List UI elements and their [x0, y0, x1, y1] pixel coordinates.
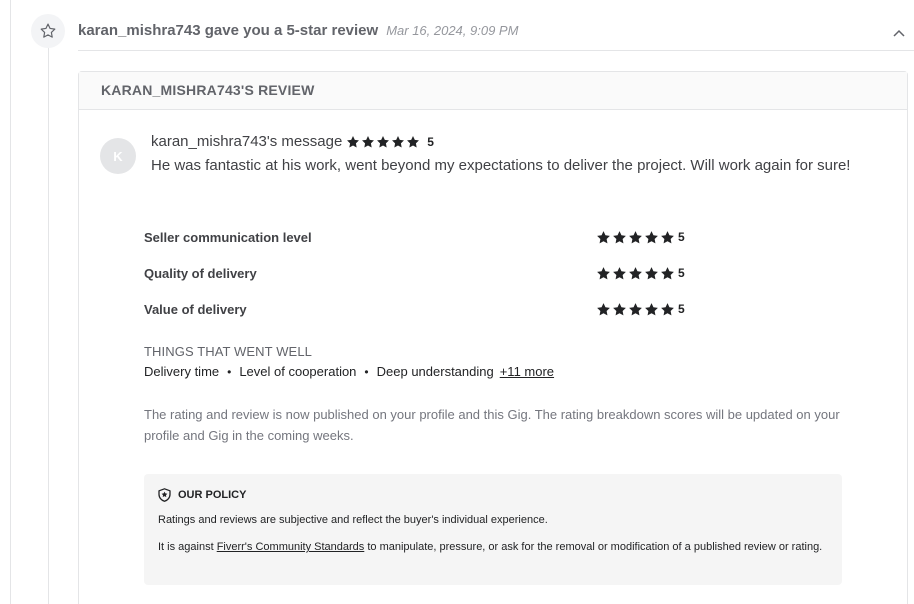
- star-filled-icon: [645, 266, 658, 279]
- went-well-item: Level of cooperation: [239, 364, 357, 379]
- star-filled-icon: [629, 230, 642, 243]
- publish-note: The rating and review is now published o…: [144, 407, 840, 443]
- policy-box: OUR POLICY Ratings and reviews are subje…: [144, 474, 842, 585]
- star-filled-icon: [597, 302, 610, 315]
- policy-line-2-start: It is against: [158, 541, 217, 553]
- policy-header: OUR POLICY: [158, 488, 828, 502]
- rating-score: 5: [678, 302, 685, 316]
- rating-score: 5: [678, 230, 685, 244]
- notification-title: karan_mishra743 gave you a 5-star review: [78, 22, 379, 39]
- policy-line-1: Ratings and reviews are subjective and r…: [158, 514, 548, 526]
- timeline-star-badge: [31, 14, 65, 48]
- rating-stars: [596, 230, 675, 245]
- rating-stars: [596, 302, 675, 317]
- rating-row-quality: Quality of delivery 5: [144, 263, 704, 283]
- star-filled-icon: [407, 135, 420, 147]
- header-divider: [78, 50, 914, 51]
- show-more-link[interactable]: +11 more: [500, 364, 554, 379]
- star-filled-icon: [661, 302, 674, 315]
- star-filled-icon: [613, 230, 626, 243]
- star-filled-icon: [645, 302, 658, 315]
- star-filled-icon: [613, 266, 626, 279]
- notification-header: karan_mishra743 gave you a 5-star review…: [78, 22, 914, 42]
- message-title: karan_mishra743's message: [151, 133, 343, 150]
- timeline-line: [48, 48, 49, 604]
- avatar: K: [100, 138, 136, 174]
- overall-score: 5: [427, 134, 434, 149]
- rating-row-value: Value of delivery 5: [144, 299, 704, 319]
- rating-label: Value of delivery: [144, 301, 247, 317]
- policy-line-2-end: to manipulate, pressure, or ask for the …: [364, 541, 823, 553]
- went-well-item: Deep understanding: [376, 364, 494, 379]
- separator-dot: •: [227, 364, 232, 379]
- rating-label: Quality of delivery: [144, 265, 257, 281]
- star-filled-icon: [645, 230, 658, 243]
- separator-dot: •: [364, 364, 369, 379]
- review-card: KARAN_MISHRA743'S REVIEW K karan_mishra7…: [78, 71, 908, 604]
- went-well-item: Delivery time: [144, 364, 220, 379]
- star-filled-icon: [392, 135, 405, 147]
- review-notification-page: karan_mishra743 gave you a 5-star review…: [0, 0, 914, 604]
- policy-title: OUR POLICY: [178, 489, 247, 501]
- policy-line-2: It is against Fiverr's Community Standar…: [158, 539, 828, 555]
- rating-row-communication: Seller communication level 5: [144, 227, 704, 247]
- star-filled-icon: [362, 135, 375, 147]
- star-filled-icon: [661, 266, 674, 279]
- star-filled-icon: [347, 135, 360, 147]
- chevron-up-icon: [893, 29, 905, 37]
- star-filled-icon: [629, 302, 642, 315]
- overall-stars: [346, 135, 420, 149]
- star-filled-icon: [597, 230, 610, 243]
- rating-score: 5: [678, 266, 685, 280]
- star-filled-icon: [629, 266, 642, 279]
- went-well-title: THINGS THAT WENT WELL: [144, 344, 312, 359]
- review-card-title: KARAN_MISHRA743'S REVIEW: [79, 72, 907, 110]
- star-outline-icon: [40, 23, 56, 38]
- collapse-button[interactable]: [892, 26, 906, 40]
- community-standards-link[interactable]: Fiverr's Community Standards: [217, 541, 365, 553]
- star-filled-icon: [377, 135, 390, 147]
- rating-stars: [596, 266, 675, 281]
- notification-date: Mar 16, 2024, 9:09 PM: [386, 23, 519, 38]
- review-message: He was fantastic at his work, went beyon…: [151, 157, 851, 174]
- star-filled-icon: [661, 230, 674, 243]
- message-header: karan_mishra743's message 5: [151, 133, 434, 150]
- went-well-list: Delivery time • Level of cooperation • D…: [144, 364, 554, 379]
- left-rail: [10, 0, 11, 604]
- star-filled-icon: [597, 266, 610, 279]
- shield-star-icon: [158, 488, 171, 502]
- star-filled-icon: [613, 302, 626, 315]
- rating-label: Seller communication level: [144, 229, 312, 245]
